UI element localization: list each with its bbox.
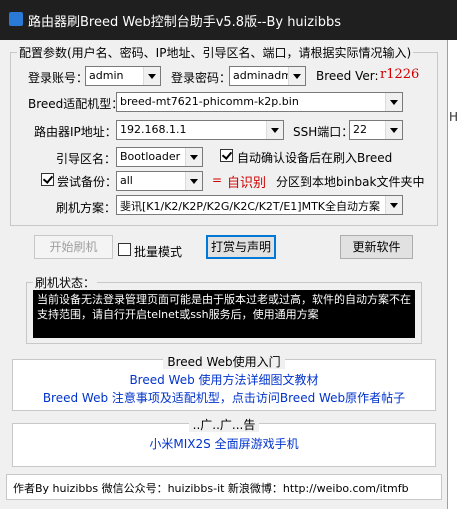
breed-model-value: breed-mt7621-phicomm-k2p.bin <box>120 95 299 108</box>
login-password-select[interactable]: adminadmin <box>229 66 306 86</box>
breed-ver-label: Breed Ver: <box>316 69 379 83</box>
footer-credits: 作者By huizibbs 微信公众号：huizibbs-it 新浪微博：htt… <box>6 474 442 500</box>
breed-web-notes-link[interactable]: Breed Web 注意事项及适配机型，点击访问Breed Web原作者帖子 <box>12 389 436 406</box>
ssh-port-select[interactable]: 22 <box>349 120 403 140</box>
batch-mode-label: 批量模式 <box>134 245 183 259</box>
login-account-label: 登录账号： <box>28 71 89 85</box>
chevron-down-icon[interactable] <box>185 148 202 166</box>
auto-identify-text: 自识别 <box>227 176 267 191</box>
ad-link[interactable]: 小米MIX2S 全面屏游戏手机 <box>12 435 436 452</box>
chevron-down-icon[interactable] <box>385 121 402 139</box>
breed-web-legend-text: Breed Web使用入门 <box>163 355 285 369</box>
update-button[interactable]: 更新软件 <box>340 235 413 259</box>
status-text: 当前设备无法登录管理页面可能是由于版本过老或过高，软件的自动方案不在支持范围，请… <box>33 290 415 338</box>
breed-ver-value: r1226 <box>380 67 420 82</box>
router-ip-select[interactable]: 192.168.1.1 <box>116 120 284 140</box>
try-backup-label: 尝试备份： <box>57 175 118 189</box>
ssh-port-label: SSH端口： <box>293 125 354 139</box>
flash-plan-label: 刷机方案： <box>56 201 117 215</box>
breed-model-select[interactable]: breed-mt7621-phicomm-k2p.bin <box>116 92 403 112</box>
chevron-down-icon[interactable] <box>185 172 202 190</box>
boot-label: 引导区名： <box>56 152 117 166</box>
donate-button[interactable]: 打赏与声明 <box>206 235 276 259</box>
login-account-select[interactable]: admin <box>85 66 161 86</box>
router-ip-label: 路由器IP地址： <box>34 125 117 139</box>
chevron-down-icon[interactable] <box>266 121 283 139</box>
boot-value: Bootloader <box>120 150 181 163</box>
app-icon <box>9 12 23 26</box>
equals-sign: = <box>212 173 223 187</box>
backup-note: 分区到本地binbak文件夹中 <box>276 175 425 189</box>
chevron-down-icon[interactable] <box>385 196 402 214</box>
status-legend: 刷机状态： <box>35 276 96 290</box>
ad-legend-text: ..广..广...告 <box>188 418 260 432</box>
title-bar[interactable]: 路由器刷Breed Web控制台助手v5.8版--By huizibbs <box>0 0 457 40</box>
ad-legend: ..广..广...告 <box>12 416 436 433</box>
try-backup-select[interactable]: all <box>116 171 203 191</box>
try-backup-value: all <box>120 174 133 187</box>
try-backup-checkbox[interactable] <box>41 173 54 186</box>
breed-model-label: Breed适配机型： <box>28 97 124 111</box>
chevron-down-icon[interactable] <box>143 67 160 85</box>
chevron-down-icon[interactable] <box>288 67 305 85</box>
background-window-fragment: Ha <box>449 110 457 124</box>
config-legend: 配置参数(用户名、密码、IP地址、引导区名、端口，请根据实际情况输入) <box>19 46 412 60</box>
login-password-value: adminadmin <box>233 69 288 82</box>
auto-confirm-checkbox[interactable] <box>220 149 233 162</box>
start-flash-button[interactable]: 开始刷机 <box>34 235 113 259</box>
breed-web-legend: Breed Web使用入门 <box>12 353 436 370</box>
chevron-down-icon[interactable] <box>385 93 402 111</box>
auto-confirm-label: 自动确认设备后在刷入Breed <box>237 151 393 165</box>
boot-select[interactable]: Bootloader <box>116 147 203 167</box>
breed-web-tutorial-link[interactable]: Breed Web 使用方法详细图文教材 <box>12 371 436 388</box>
login-account-value: admin <box>89 69 124 82</box>
ssh-port-value: 22 <box>353 123 367 136</box>
router-ip-value: 192.168.1.1 <box>120 123 187 136</box>
batch-mode-checkbox[interactable] <box>118 243 131 256</box>
flash-plan-value: 斐讯[K1/K2/K2P/K2G/K2C/K2T/E1]MTK全自动方案 <box>120 200 381 213</box>
login-password-label: 登录密码： <box>171 71 232 85</box>
window-title: 路由器刷Breed Web控制台助手v5.8版--By huizibbs <box>28 15 341 30</box>
flash-plan-select[interactable]: 斐讯[K1/K2/K2P/K2G/K2C/K2T/E1]MTK全自动方案 <box>116 195 403 215</box>
